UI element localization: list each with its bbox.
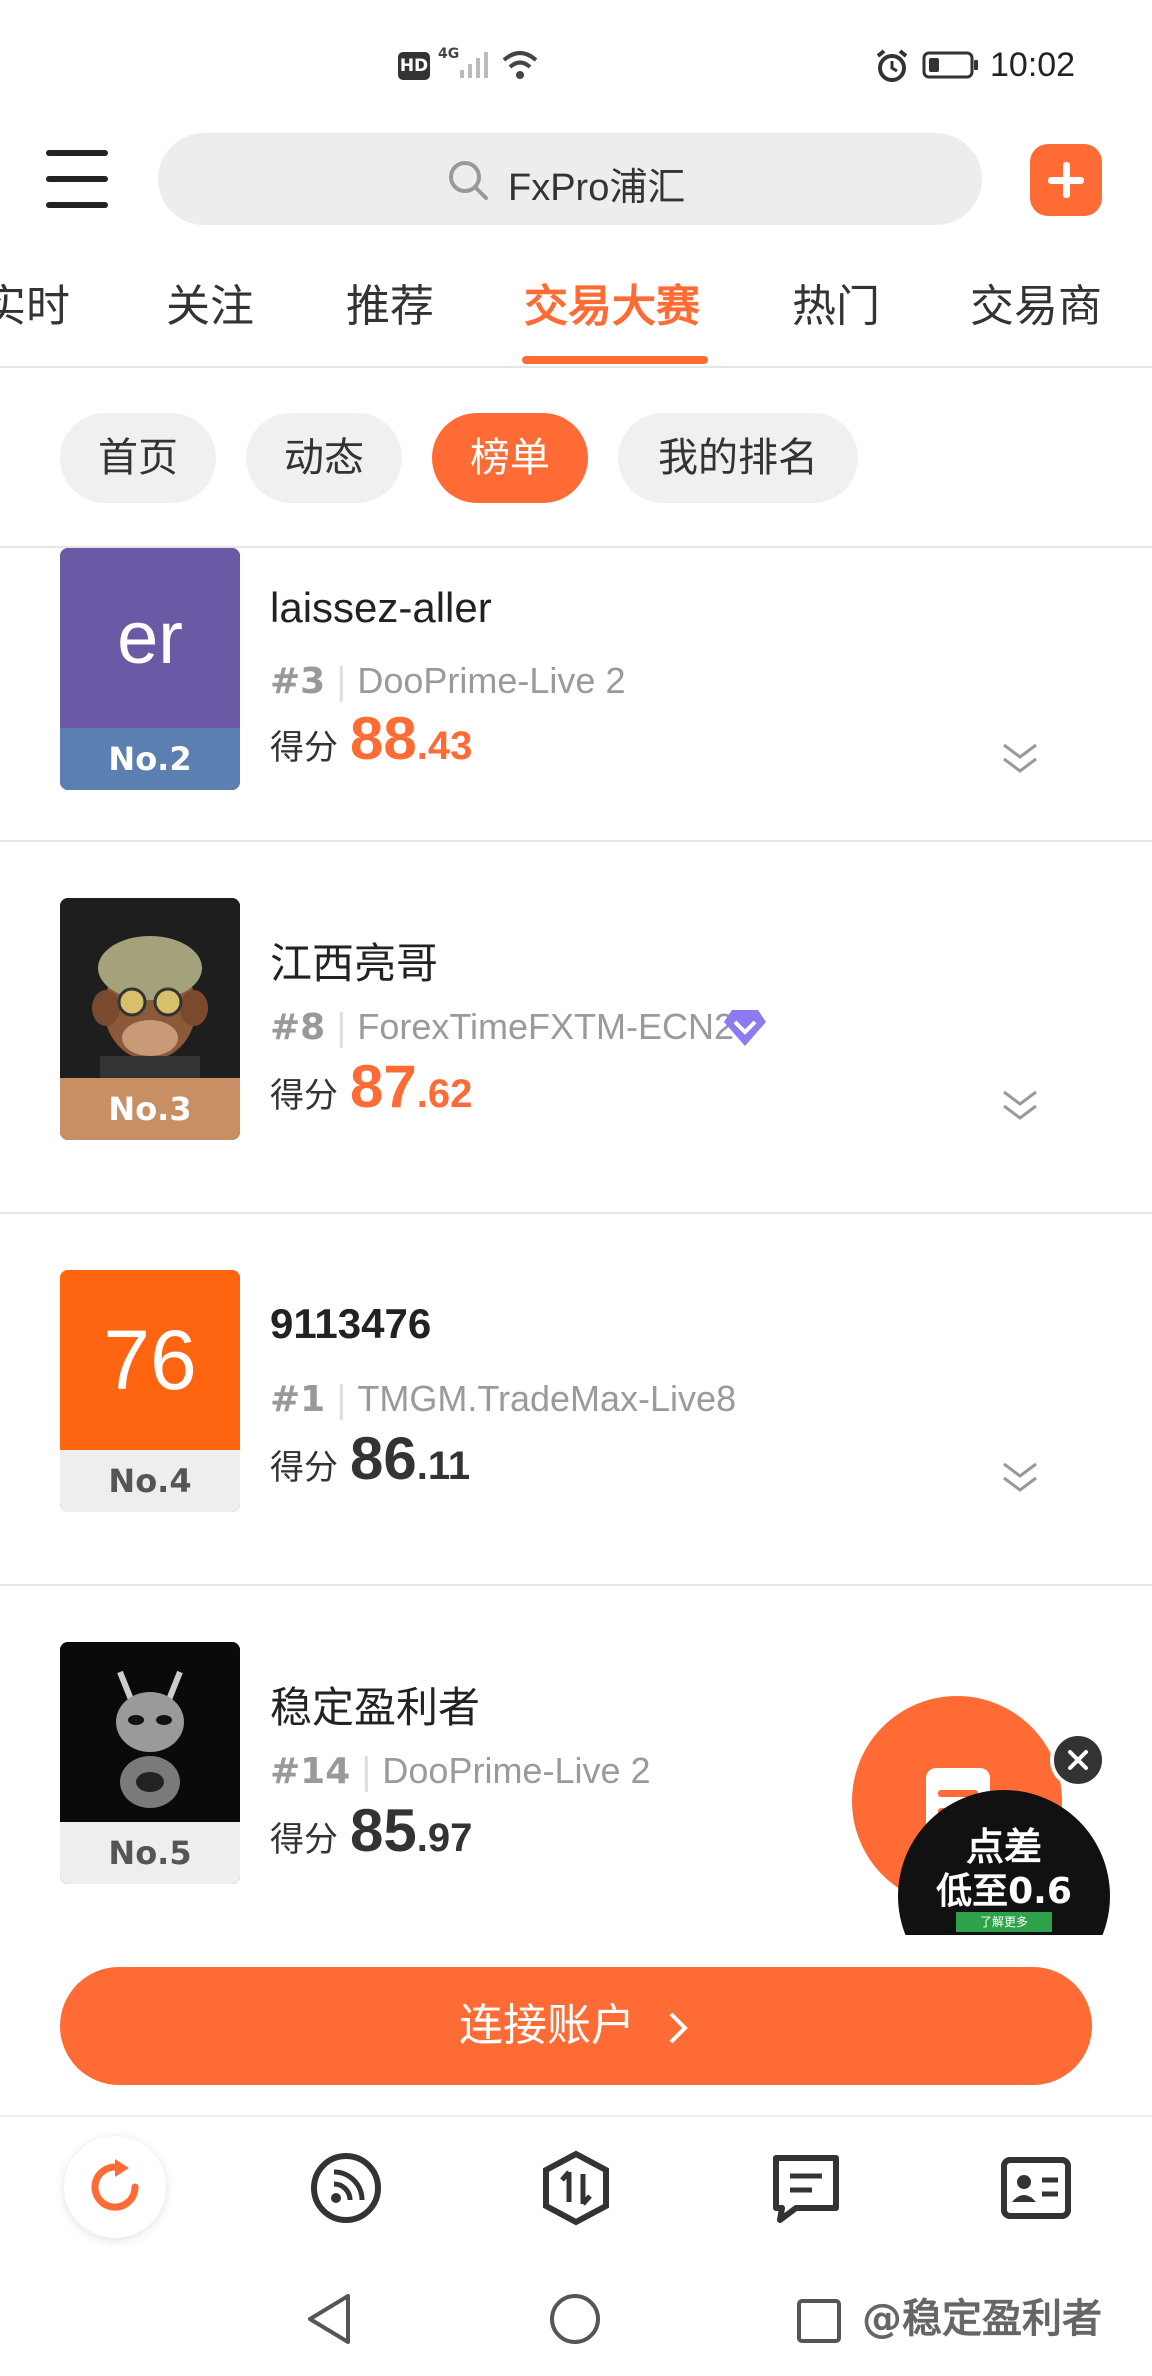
mask-avatar-icon — [60, 1642, 240, 1822]
score-label: 得分 — [270, 1820, 338, 1860]
category-tabs: 实时 关注 推荐 交易大赛 热门 交易商 — [0, 270, 1152, 370]
trader-position: #14 — [270, 1751, 351, 1792]
battery-icon — [922, 51, 978, 79]
trader-meta: #8 | ForexTimeFXTM-ECN2 — [270, 1006, 735, 1048]
list-item[interactable]: er No.2 laissez-aller #3 | DooPrime-Live 2… — [0, 548, 1152, 868]
score: 得分 88.43 — [270, 704, 472, 773]
list-item[interactable]: 76 No.4 9113476 #1 | TMGM.TradeMax-Live8 得… — [0, 1214, 1152, 1584]
connect-label: 连接账户 — [459, 2000, 635, 2051]
expand-chevron-icon[interactable] — [998, 739, 1042, 779]
refresh-icon — [91, 2159, 139, 2211]
score-label: 得分 — [270, 728, 338, 768]
trader-name: 江西亮哥 — [270, 939, 439, 988]
score: 得分 86.11 — [270, 1424, 470, 1493]
score-decimal: .97 — [416, 1816, 473, 1860]
tabs-divider — [0, 366, 1152, 368]
broker-name: TMGM.TradeMax-Live8 — [357, 1378, 737, 1419]
avatar: No.5 — [60, 1642, 240, 1884]
broker-name: DooPrime-Live 2 — [382, 1750, 651, 1791]
avatar: er No.2 — [60, 548, 240, 790]
score: 得分 87.62 — [270, 1052, 472, 1121]
search-placeholder: FxPro浦汇 — [508, 167, 686, 209]
avatar-text: er — [60, 548, 240, 728]
network-type: 4G — [438, 46, 460, 62]
monkey-avatar-icon — [60, 898, 240, 1078]
trader-name: 9113476 — [270, 1300, 432, 1347]
score-label: 得分 — [270, 1076, 338, 1116]
feed-icon[interactable] — [306, 2148, 386, 2228]
verified-diamond-icon — [724, 1010, 766, 1046]
close-icon[interactable] — [1050, 1732, 1106, 1788]
broker-name: ForexTimeFXTM-ECN2 — [357, 1006, 735, 1047]
tab-realtime[interactable]: 实时 — [0, 270, 70, 334]
broker-name: DooPrime-Live 2 — [357, 660, 626, 701]
tab-hot[interactable]: 热门 — [792, 270, 880, 334]
subtab-home[interactable]: 首页 — [60, 413, 216, 503]
subtab-leaderboard[interactable]: 榜单 — [432, 413, 588, 503]
trade-icon[interactable] — [536, 2148, 616, 2228]
back-icon[interactable] — [304, 2292, 356, 2346]
expand-chevron-icon[interactable] — [998, 1458, 1042, 1498]
score: 得分 85.97 — [270, 1796, 472, 1865]
subtab-activity[interactable]: 动态 — [246, 413, 402, 503]
profile-card-icon[interactable] — [996, 2148, 1076, 2228]
score-int: 85 — [350, 1797, 417, 1864]
avatar: 76 No.4 — [60, 1270, 240, 1512]
home-icon[interactable] — [548, 2292, 602, 2346]
score-decimal: .43 — [416, 724, 473, 768]
tab-follow[interactable]: 关注 — [166, 270, 254, 334]
recents-icon[interactable] — [796, 2298, 842, 2344]
avatar-text: 76 — [60, 1270, 240, 1450]
add-button[interactable] — [1030, 144, 1102, 216]
search-icon — [449, 161, 488, 200]
watermark: @稳定盈利者 — [862, 2296, 1102, 2342]
ad-line2: 低至0.6 — [936, 1871, 1072, 1912]
avatar: No.3 — [60, 898, 240, 1140]
message-icon[interactable] — [766, 2148, 846, 2228]
trader-name: laissez-aller — [270, 584, 492, 631]
signal-icon — [460, 52, 488, 78]
trader-meta: #3 | DooPrime-Live 2 — [270, 660, 626, 702]
trader-position: #3 — [270, 661, 326, 702]
connect-account-button[interactable]: 连接账户 — [60, 1967, 1092, 2085]
score-int: 88 — [350, 705, 417, 772]
score-int: 87 — [350, 1053, 417, 1120]
chevron-right-icon — [669, 2012, 688, 2044]
trader-meta: #1 | TMGM.TradeMax-Live8 — [270, 1378, 737, 1420]
subtab-my-ranking[interactable]: 我的排名 — [618, 413, 858, 503]
tab-recommend[interactable]: 推荐 — [346, 270, 434, 334]
rank-badge: No.4 — [60, 1450, 240, 1512]
rank-badge: No.5 — [60, 1822, 240, 1884]
menu-icon[interactable] — [46, 150, 110, 208]
wifi-icon — [502, 51, 538, 79]
alarm-icon — [876, 49, 908, 82]
status-bar: HD 4G 10:02 — [0, 0, 1152, 130]
trader-position: #8 — [270, 1007, 326, 1048]
trader-meta: #14 | DooPrime-Live 2 — [270, 1750, 651, 1792]
score-int: 86 — [350, 1425, 417, 1492]
score-decimal: .11 — [416, 1444, 471, 1488]
score-decimal: .62 — [416, 1072, 473, 1116]
tab-competition[interactable]: 交易大赛 — [524, 270, 700, 334]
clock: 10:02 — [990, 46, 1076, 84]
score-label: 得分 — [270, 1448, 338, 1488]
nav-refresh-button[interactable] — [64, 2136, 166, 2238]
tab-brokers[interactable]: 交易商 — [970, 270, 1102, 334]
trader-name: 稳定盈利者 — [270, 1683, 481, 1732]
rank-badge: No.3 — [60, 1078, 240, 1140]
trader-position: #1 — [270, 1379, 326, 1420]
expand-chevron-icon[interactable] — [998, 1086, 1042, 1126]
ad-cta[interactable]: 了解更多 — [956, 1912, 1052, 1932]
active-tab-indicator — [522, 356, 708, 364]
rank-badge: No.2 — [60, 728, 240, 790]
hd-indicator: HD — [398, 52, 430, 80]
list-item[interactable]: No.3 江西亮哥 #8 | ForexTimeFXTM-ECN2 得分 87.62 — [0, 842, 1152, 1212]
